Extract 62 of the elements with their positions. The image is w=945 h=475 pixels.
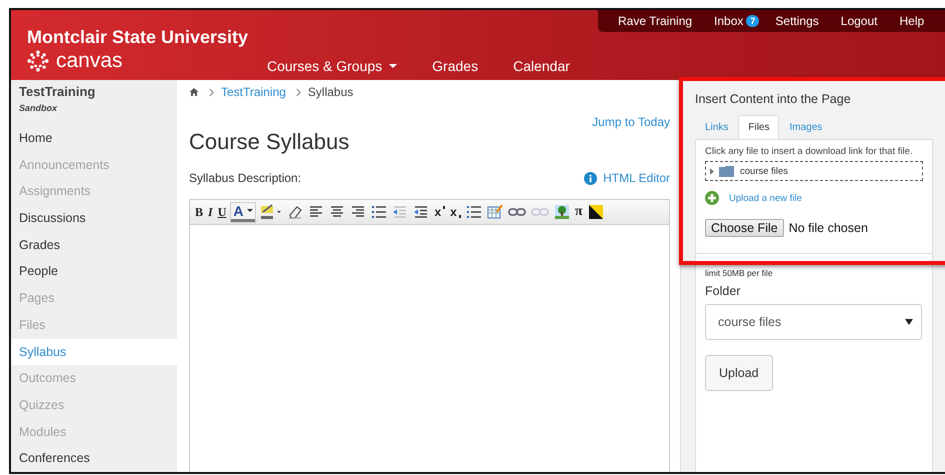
page-title: Course Syllabus [189, 129, 350, 155]
hint-text: Click any file to insert a download link for that file. [705, 146, 914, 157]
superscript-button[interactable]: x [434, 204, 446, 220]
breadcrumb-link[interactable]: TestTraining [221, 85, 286, 99]
italic-button[interactable]: I [208, 204, 213, 220]
sidebar-item[interactable]: Home [11, 125, 177, 152]
file-status-text: No file chosen [788, 221, 868, 235]
subscript-button[interactable]: x [450, 204, 461, 220]
size-limit-text: limit 50MB per file [705, 268, 774, 278]
eraser-icon[interactable] [287, 204, 304, 220]
bold-button[interactable]: B [195, 204, 204, 220]
user-menu-link[interactable]: Logout [840, 14, 878, 28]
sidebar-item[interactable]: Grades [11, 232, 177, 258]
indent-icon[interactable] [413, 204, 430, 220]
folder-icon [719, 165, 735, 177]
list-icon[interactable] [466, 204, 482, 220]
underline-button[interactable]: U [218, 204, 226, 220]
sidebar-item[interactable]: Syllabus [11, 338, 177, 366]
chevron-icon [209, 88, 214, 96]
user-menu-link[interactable]: Inbox [714, 14, 744, 28]
sidebar-item[interactable]: People [11, 258, 177, 286]
upload-new-file-link[interactable]: Upload a new file [729, 192, 802, 204]
table-icon[interactable] [486, 204, 503, 220]
institution-name: Montclair State University [27, 27, 250, 48]
course-subtitle: Sandbox [18, 102, 58, 113]
user-menu-link[interactable]: Help [899, 14, 924, 28]
choose-file-button[interactable]: Choose File [705, 219, 784, 237]
description-label: Syllabus Description: [189, 171, 302, 185]
nav-link[interactable]: Courses & Groups [267, 58, 398, 74]
upload-button[interactable]: Upload [705, 355, 773, 391]
canvas-logo-text: canvas [56, 50, 123, 72]
unread-count: 7 [746, 15, 760, 27]
folder-tree-node[interactable]: course files [705, 161, 923, 181]
folder-name: course files [740, 166, 788, 176]
folder-select[interactable]: course files [705, 304, 922, 340]
text-color-button[interactable]: A [231, 202, 256, 222]
math-button[interactable]: π [574, 204, 583, 220]
plus-icon [705, 191, 719, 205]
home-icon[interactable] [189, 87, 199, 97]
user-menu-link[interactable]: Settings [775, 14, 819, 28]
expand-arrow-icon [710, 168, 714, 174]
nav-link[interactable]: Grades [432, 58, 478, 74]
highlighter-icon[interactable] [260, 204, 282, 220]
nav-link[interactable]: Calendar [513, 58, 570, 74]
sidebar-item[interactable]: Discussions [11, 205, 177, 232]
panel-tab[interactable]: Files [738, 115, 780, 139]
info-icon [584, 172, 598, 184]
media-icon[interactable] [588, 204, 604, 220]
dropdown-arrow-icon [905, 319, 913, 325]
breadcrumb-link[interactable]: Syllabus [308, 85, 354, 99]
jump-to-today-link[interactable]: Jump to Today [592, 115, 670, 129]
canvas-logo-icon [27, 50, 49, 72]
rich-text-editor[interactable]: B I U A x x π [189, 199, 670, 472]
image-icon[interactable] [554, 204, 570, 220]
chevron-icon [296, 88, 301, 96]
sidebar-item[interactable]: Conferences [11, 445, 177, 472]
user-menu-link[interactable]: Rave Training [618, 14, 692, 28]
folder-label: Folder [705, 284, 742, 298]
panel-title: Insert Content into the Page [695, 92, 852, 106]
html-editor-link[interactable]: HTML Editor [603, 171, 670, 185]
list-icon[interactable] [371, 204, 388, 220]
course-name: TestTraining [18, 84, 96, 99]
